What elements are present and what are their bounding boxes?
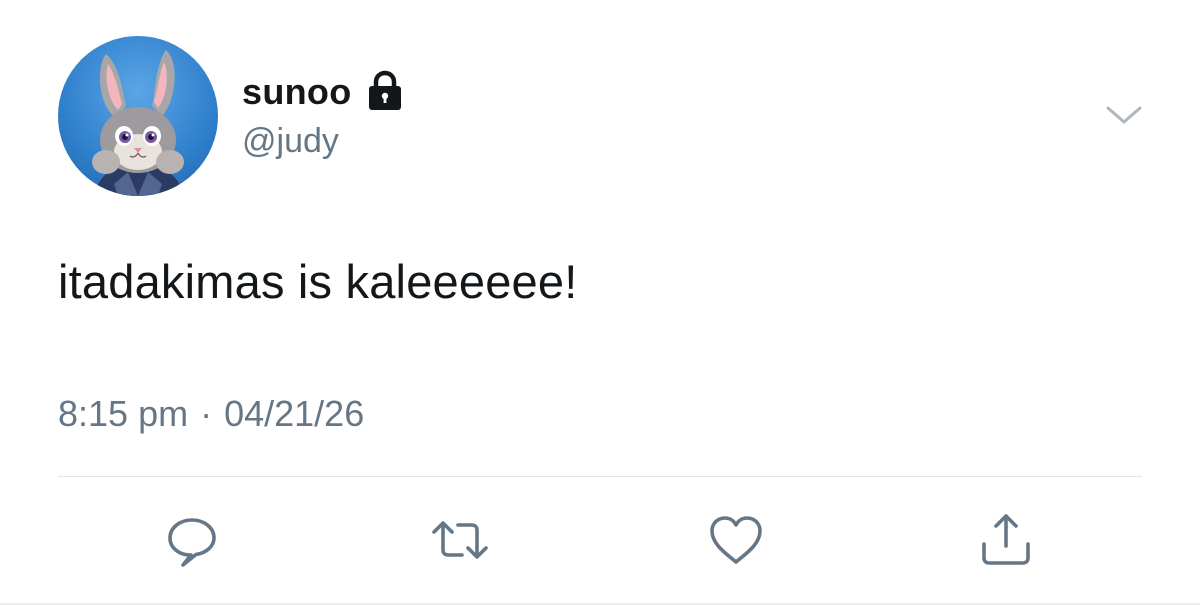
action-bar bbox=[0, 510, 1200, 570]
retweet-button[interactable] bbox=[430, 510, 490, 570]
chevron-down-icon[interactable] bbox=[1104, 100, 1144, 132]
reply-button[interactable] bbox=[162, 510, 222, 570]
tweet-timestamp[interactable]: 8:15 pm · 04/21/26 bbox=[58, 393, 364, 435]
tweet-text: itadakimas is kaleeeeee! bbox=[58, 255, 578, 308]
tweet-card: sunoo @judy itadakimas is kaleeeeee! 8:1… bbox=[0, 0, 1200, 605]
share-icon bbox=[982, 514, 1030, 565]
like-button[interactable] bbox=[706, 510, 766, 570]
bunny-avatar-image bbox=[92, 50, 184, 196]
user-name-row: sunoo bbox=[242, 68, 407, 116]
tweet-time: 8:15 pm bbox=[58, 393, 189, 434]
share-button[interactable] bbox=[976, 510, 1036, 570]
avatar[interactable] bbox=[58, 36, 218, 196]
heart-icon bbox=[710, 516, 762, 564]
display-name[interactable]: sunoo bbox=[242, 71, 351, 113]
retweet-icon bbox=[432, 521, 488, 559]
divider bbox=[58, 476, 1142, 477]
tweet-date: 04/21/26 bbox=[224, 393, 365, 434]
lock-icon bbox=[363, 70, 407, 114]
timestamp-separator: · bbox=[200, 393, 213, 434]
user-handle[interactable]: @judy bbox=[242, 122, 339, 161]
speech-bubble-icon bbox=[168, 518, 216, 567]
